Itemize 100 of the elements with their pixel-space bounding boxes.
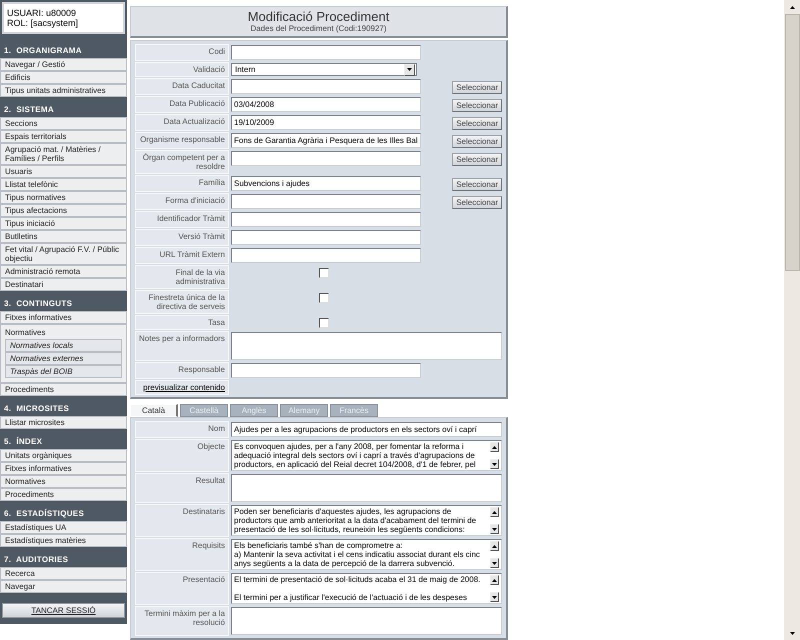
scrollbar-thumb[interactable]	[785, 14, 800, 271]
sidebar-item[interactable]: Usuaris	[0, 165, 127, 178]
scroll-down-button[interactable]	[490, 524, 499, 534]
field-label: Requisits	[135, 538, 229, 571]
field-label: Final de la via administrativa	[135, 265, 229, 289]
sidebar-item[interactable]: Edificis	[0, 71, 127, 84]
scroll-up-button[interactable]	[490, 541, 499, 551]
input-field[interactable]: Ajudes per a les agrupacions de productors en els sectors oví i caprí	[231, 422, 502, 437]
sidebar-item[interactable]: Butlletins	[0, 230, 127, 243]
select-button[interactable]: Seleccionar	[452, 117, 502, 130]
field-label: Organisme responsable	[135, 132, 229, 149]
field-label: Identificador Tràmit	[135, 211, 229, 228]
sidebar-item[interactable]: Unitats orgàniques	[0, 449, 127, 462]
select-button[interactable]: Seleccionar	[452, 99, 502, 112]
field-label: Termini màxim per a la resolució	[135, 606, 229, 636]
sidebar-item[interactable]: Seccions	[0, 117, 127, 130]
sidebar-item[interactable]: Procediments	[0, 488, 127, 501]
up-triangle-icon	[492, 578, 497, 582]
sidebar-item[interactable]: Fitxes informatives	[0, 311, 127, 324]
sidebar-item[interactable]: Destinatari	[0, 278, 127, 291]
scroll-up-button[interactable]	[490, 507, 499, 517]
checkbox[interactable]	[319, 268, 329, 278]
input-field[interactable]	[231, 194, 421, 209]
text-area[interactable]: Poden ser beneficiaris d'aquestes ajudes, les agrupacions de productors que amb anterioritat a la data d'acabament del termini de presentació de les sol·licituds, reuneixin les següents condicions:	[231, 505, 502, 536]
checkbox[interactable]	[319, 293, 329, 303]
section-title: 7. AUDITORIES	[3, 554, 70, 566]
scroll-down-button[interactable]	[490, 558, 499, 568]
submenu-item[interactable]: Traspàs del BOIB	[5, 365, 122, 378]
select-button[interactable]: Seleccionar	[452, 135, 502, 148]
sidebar-item[interactable]: Administració remota	[0, 265, 127, 278]
up-triangle-icon	[492, 510, 497, 514]
scroll-up-icon	[790, 6, 794, 8]
scrollbar[interactable]	[784, 0, 800, 640]
up-triangle-icon	[492, 544, 497, 548]
field-label: Forma d'iniciació	[135, 193, 229, 210]
field-label: Resultat	[135, 473, 229, 503]
input-field[interactable]	[231, 45, 421, 60]
down-triangle-icon	[492, 596, 497, 598]
sidebar-item[interactable]: Normatives	[1, 327, 126, 339]
sidebar-item[interactable]: Procediments	[0, 383, 127, 396]
logout-button[interactable]: TANCAR SESSIÓ	[2, 603, 125, 618]
sidebar-item[interactable]: Estadístiques UA	[0, 521, 127, 534]
triangle-icon	[407, 68, 412, 71]
sidebar-item[interactable]: Normatives	[0, 475, 127, 488]
sidebar-item[interactable]: Navegar	[0, 580, 127, 593]
submenu-item[interactable]: Normatives externes	[5, 352, 122, 365]
select-button[interactable]: Seleccionar	[452, 153, 502, 166]
preview-link[interactable]: previsualizar contenido	[143, 383, 225, 392]
section-title: 3. CONTINGUTS	[3, 298, 74, 310]
sidebar-item[interactable]: Llistat telefònic	[0, 178, 127, 191]
sidebar-item[interactable]: Recerca	[0, 567, 127, 580]
field-label: Responsable	[135, 362, 229, 379]
field-label: Notes per a informadors	[135, 331, 229, 361]
sidebar-item[interactable]: Tipus unitats administratives	[0, 84, 127, 97]
sidebar-item[interactable]: Espais territorials	[0, 130, 127, 143]
select-button[interactable]: Seleccionar	[452, 81, 502, 94]
sidebar-item[interactable]: Estadístiques matèries	[0, 534, 127, 547]
select-field[interactable]: Intern	[231, 63, 417, 76]
sidebar-item[interactable]: Llistar microsites	[0, 416, 127, 429]
submenu-item[interactable]: Normatives locals	[5, 339, 122, 352]
input-field[interactable]	[231, 230, 421, 245]
text-area[interactable]: El termini de presentació de sol·licituds acaba el 31 de maig de 2008. El termini per a justificar l'execució de l'actuació i de les despeses	[231, 573, 502, 604]
checkbox[interactable]	[319, 318, 329, 328]
text-area[interactable]: Els beneficiaris també s'han de comprometre a: a) Mantenir la seva activitat i el cens indicatiu associat durant els cinc anys següents a la data de percepció de la darrera subvenció.	[231, 539, 502, 570]
sidebar-item[interactable]: Agrupació mat. / Matèries / Famílies / Perfils	[0, 143, 127, 165]
input-field[interactable]	[231, 151, 421, 166]
field-label: Finestreta única de la directiva de serveis	[135, 290, 229, 314]
input-field[interactable]	[231, 212, 421, 227]
input-field[interactable]	[231, 79, 421, 94]
field-label: Data Caducitat	[135, 78, 229, 95]
sidebar-item[interactable]: Fitxes informatives	[0, 462, 127, 475]
scroll-down-button[interactable]	[490, 592, 499, 602]
sidebar-item[interactable]: Tipus afectacions	[0, 204, 127, 217]
input-field[interactable]: 03/04/2008	[231, 97, 421, 112]
select-button[interactable]: Seleccionar	[452, 178, 502, 191]
sidebar-item[interactable]: Fet vital / Agrupació F.V. / Públic objectiu	[0, 243, 127, 265]
text-area[interactable]	[231, 474, 502, 502]
scroll-down-button[interactable]	[490, 459, 499, 469]
input-field[interactable]	[231, 363, 421, 378]
language-tab[interactable]: Català	[130, 404, 178, 417]
text-area[interactable]	[231, 607, 502, 635]
sidebar-item[interactable]: Tipus normatives	[0, 191, 127, 204]
scroll-up-button[interactable]	[490, 442, 499, 452]
text-area[interactable]: Es convoquen ajudes, per a l'any 2008, per fomentar la reforma i adequació integral dels sectors oví i caprí a través d'agrupacions de productors, en aplicació del Reial decret 104/2008, d'1 de febrer, pel	[231, 440, 502, 471]
user-info: ROL: [sacsystem]	[7, 18, 80, 28]
user-info: USUARI: u80009	[7, 8, 78, 18]
text-area[interactable]	[231, 332, 502, 360]
field-label: Tasa	[135, 315, 229, 330]
select-button[interactable]: Seleccionar	[452, 196, 502, 209]
input-field[interactable]: Fons de Garantia Agrària i Pesquera de les Illes Bal	[231, 133, 421, 148]
scroll-up-button[interactable]	[490, 575, 499, 585]
input-field[interactable]	[231, 248, 421, 263]
section-title: 1. ORGANIGRAMA	[3, 45, 83, 57]
field-label: Nom	[135, 421, 229, 438]
field-label: Objecte	[135, 439, 229, 472]
sidebar-item[interactable]: Tipus iniciació	[0, 217, 127, 230]
field-label: Data Publicació	[135, 96, 229, 113]
input-field[interactable]: Subvencions i ajudes	[231, 176, 421, 191]
sidebar-item[interactable]: Navegar / Gestió	[0, 58, 127, 71]
input-field[interactable]: 19/10/2009	[231, 115, 421, 130]
